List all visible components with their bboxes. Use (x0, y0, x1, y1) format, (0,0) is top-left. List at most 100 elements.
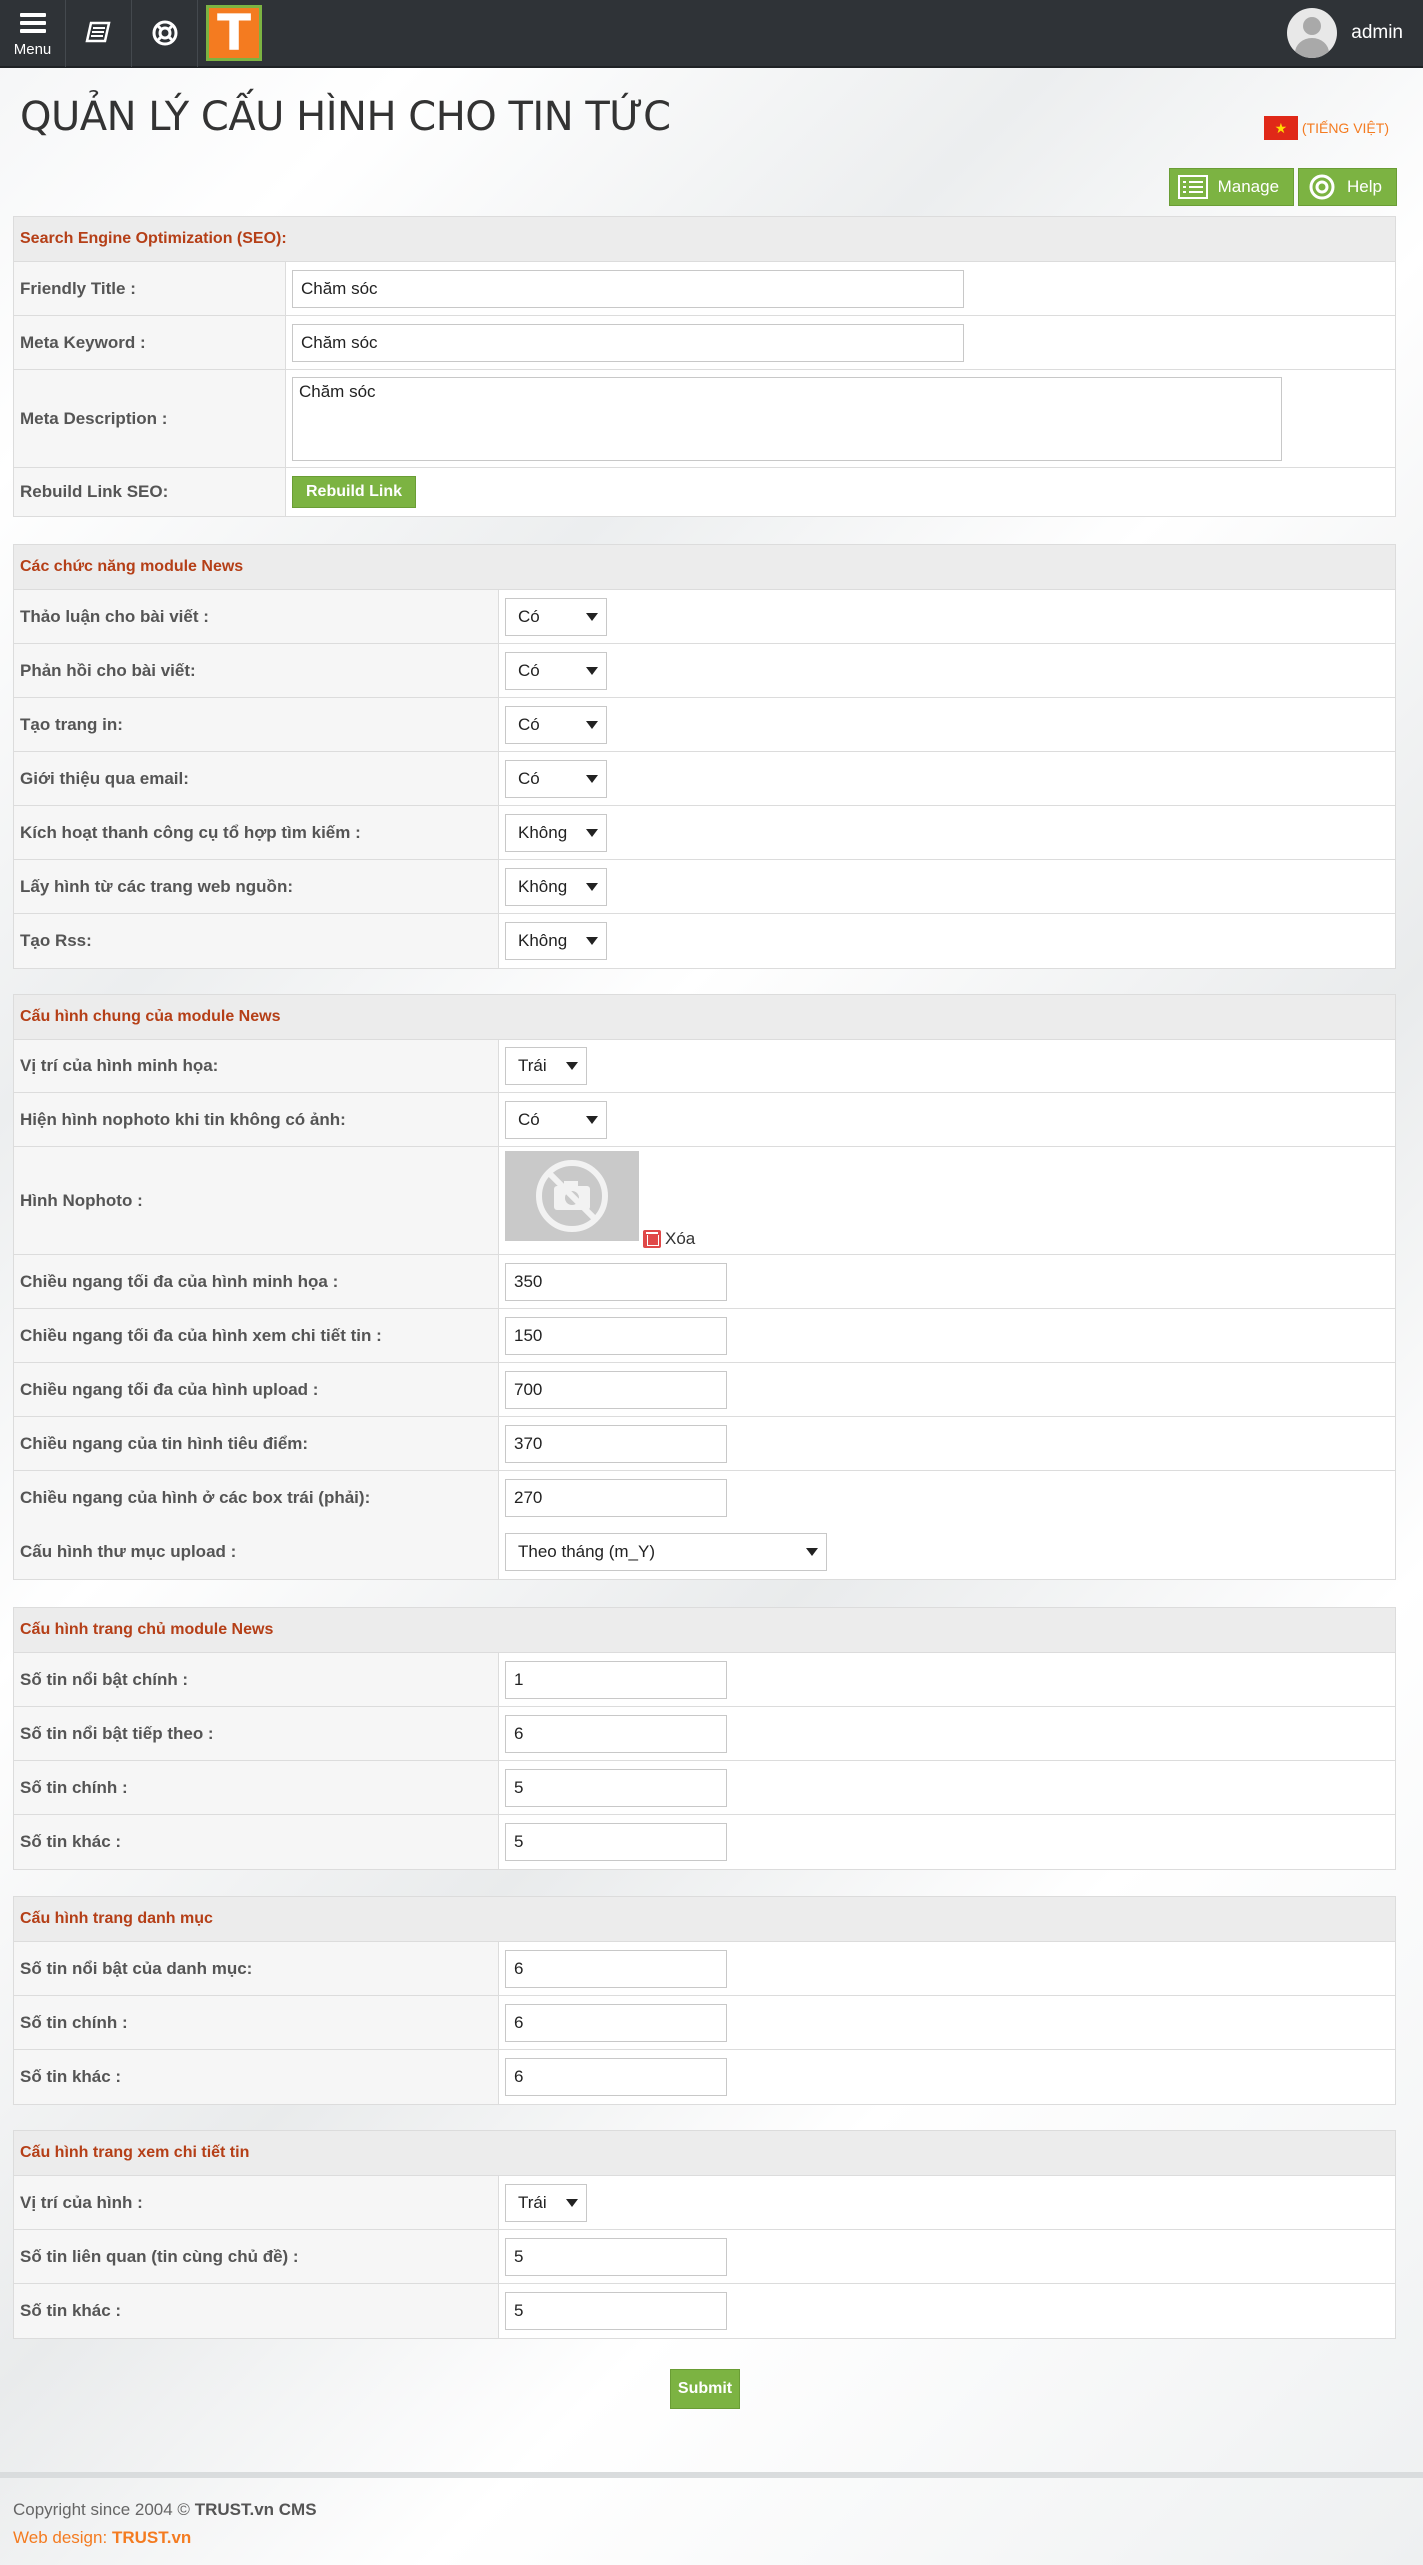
language-switcher[interactable]: ★ (TIẾNG VIỆT) (1263, 116, 1389, 140)
function-setting-select[interactable]: Có (505, 705, 607, 744)
meta-keyword-input[interactable] (292, 323, 964, 362)
book-button[interactable] (66, 0, 132, 67)
user-menu[interactable]: admin (1287, 8, 1403, 58)
image-position-select[interactable]: Trái (505, 1047, 587, 1085)
image-width-row: Chiều ngang tối đa của hình xem chi tiết… (14, 1309, 1395, 1363)
home-count-input[interactable] (505, 1660, 727, 1699)
friendly-title-input[interactable] (292, 269, 964, 308)
function-setting-value: Không (518, 822, 568, 842)
detail-section: Cấu hình trang xem chi tiết tin Vị trí c… (13, 2130, 1396, 2339)
detail-image-position-value: Trái (518, 2192, 547, 2212)
image-width-input[interactable] (505, 1370, 727, 1409)
image-width-label: Chiều ngang của tin hình tiêu điểm: (14, 1417, 499, 1470)
detail-count-row: Số tin liên quan (tin cùng chủ đề) : (14, 2230, 1395, 2284)
category-heading: Cấu hình trang danh mục (14, 1897, 1395, 1942)
delete-label: Xóa (665, 1229, 696, 1248)
function-setting-label: Kích hoạt thanh công cụ tổ hợp tìm kiếm … (14, 806, 499, 859)
detail-count-input[interactable] (505, 2292, 727, 2330)
category-count-label: Số tin khác : (14, 2050, 499, 2104)
function-setting-value: Có (518, 768, 540, 788)
meta-description-row: Meta Description : Chăm sóc (14, 370, 1395, 468)
seo-heading: Search Engine Optimization (SEO): (14, 217, 1395, 262)
manage-label: Manage (1217, 177, 1280, 196)
show-nophoto-select[interactable]: Có (505, 1100, 607, 1139)
home-count-row: Số tin chính : (14, 1761, 1395, 1815)
page-title: QUẢN LÝ CẤU HÌNH CHO TIN TỨC (20, 94, 671, 140)
function-setting-value: Có (518, 606, 540, 626)
webdesign-link[interactable]: TRUST.vn (112, 2528, 191, 2547)
submit-button[interactable]: Submit (670, 2369, 740, 2409)
function-setting-select[interactable]: Không (505, 813, 607, 852)
image-width-label: Chiều ngang tối đa của hình minh họa : (14, 1255, 499, 1308)
function-setting-row: Lấy hình từ các trang web nguồn: Không (14, 860, 1395, 914)
function-setting-label: Thảo luận cho bài viết : (14, 590, 499, 643)
image-width-row: Chiều ngang của hình ở các box trái (phả… (14, 1471, 1395, 1525)
functions-section: Các chức năng module News Thảo luận cho … (13, 544, 1396, 969)
function-setting-select[interactable]: Có (505, 759, 607, 798)
rebuild-link-button[interactable]: Rebuild Link (292, 476, 416, 508)
chevron-down-icon (586, 937, 598, 945)
image-position-value: Trái (518, 1056, 547, 1075)
show-nophoto-value: Có (518, 1109, 540, 1129)
function-setting-label: Phản hồi cho bài viết: (14, 644, 499, 697)
home-count-input[interactable] (505, 1714, 727, 1753)
function-setting-select[interactable]: Không (505, 922, 607, 960)
home-section: Cấu hình trang chủ module News Số tin nổ… (13, 1607, 1396, 1870)
home-count-input[interactable] (505, 1768, 727, 1807)
function-setting-label: Lấy hình từ các trang web nguồn: (14, 860, 499, 913)
image-width-input[interactable] (505, 1424, 727, 1463)
friendly-title-row: Friendly Title : (14, 262, 1395, 316)
home-count-row: Số tin nổi bật chính : (14, 1653, 1395, 1707)
function-setting-row: Kích hoạt thanh công cụ tổ hợp tìm kiếm … (14, 806, 1395, 860)
help-button[interactable]: Help (1298, 168, 1397, 206)
home-count-input[interactable] (505, 1823, 727, 1861)
category-count-row: Số tin chính : (14, 1996, 1395, 2050)
book-icon (84, 21, 111, 43)
nophoto-label: Hình Nophoto : (14, 1147, 499, 1254)
nophoto-row: Hình Nophoto : Xóa (14, 1147, 1395, 1255)
function-setting-select[interactable]: Có (505, 651, 607, 690)
detail-image-position-select[interactable]: Trái (505, 2183, 587, 2222)
home-heading: Cấu hình trang chủ module News (14, 1608, 1395, 1653)
image-width-input[interactable] (505, 1262, 727, 1301)
function-setting-label: Giới thiệu qua email: (14, 752, 499, 805)
seo-section: Search Engine Optimization (SEO): Friend… (13, 216, 1396, 517)
function-setting-row: Thảo luận cho bài viết : Có (14, 590, 1395, 644)
function-setting-row: Tạo Rss: Không (14, 914, 1395, 968)
category-count-input[interactable] (505, 2003, 727, 2042)
rebuild-link-label: Rebuild Link SEO: (14, 468, 286, 516)
category-count-input[interactable] (505, 2058, 727, 2096)
function-setting-select[interactable]: Có (505, 597, 607, 636)
menu-button[interactable]: Menu (0, 0, 66, 67)
action-bar: Manage Help (1168, 168, 1397, 206)
function-setting-select[interactable]: Không (505, 867, 607, 906)
upload-folder-row: Cấu hình thư mục upload : Theo tháng (m_… (14, 1525, 1395, 1579)
meta-description-textarea[interactable]: Chăm sóc (292, 376, 1282, 461)
image-width-label: Chiều ngang tối đa của hình upload : (14, 1363, 499, 1416)
category-count-row: Số tin nổi bật của danh mục: (14, 1942, 1395, 1996)
detail-count-input[interactable] (505, 2237, 727, 2276)
meta-description-label: Meta Description : (14, 370, 286, 467)
show-nophoto-row: Hiện hình nophoto khi tin không có ảnh: … (14, 1093, 1395, 1147)
footer-divider (0, 2472, 1423, 2478)
function-setting-value: Không (518, 876, 568, 896)
detail-count-label: Số tin khác : (14, 2284, 499, 2338)
image-position-row: Vị trí của hình minh họa: Trái (14, 1040, 1395, 1093)
list-icon (1177, 174, 1208, 200)
category-count-label: Số tin nổi bật của danh mục: (14, 1942, 499, 1995)
brand-logo[interactable]: T (206, 4, 262, 62)
chevron-down-icon (806, 1548, 818, 1556)
manage-button[interactable]: Manage (1168, 168, 1295, 206)
delete-nophoto-button[interactable]: Xóa (643, 1229, 695, 1249)
image-width-input[interactable] (505, 1316, 727, 1355)
chevron-down-icon (586, 720, 598, 729)
detail-heading: Cấu hình trang xem chi tiết tin (14, 2131, 1395, 2176)
chevron-down-icon (586, 828, 598, 837)
rebuild-link-row: Rebuild Link SEO: Rebuild Link (14, 468, 1395, 516)
support-button[interactable] (132, 0, 198, 67)
category-count-input[interactable] (505, 1949, 727, 1988)
home-count-row: Số tin khác : (14, 1815, 1395, 1869)
upload-folder-select[interactable]: Theo tháng (m_Y) (505, 1533, 827, 1571)
image-width-input[interactable] (505, 1479, 727, 1517)
chevron-down-icon (586, 612, 598, 621)
